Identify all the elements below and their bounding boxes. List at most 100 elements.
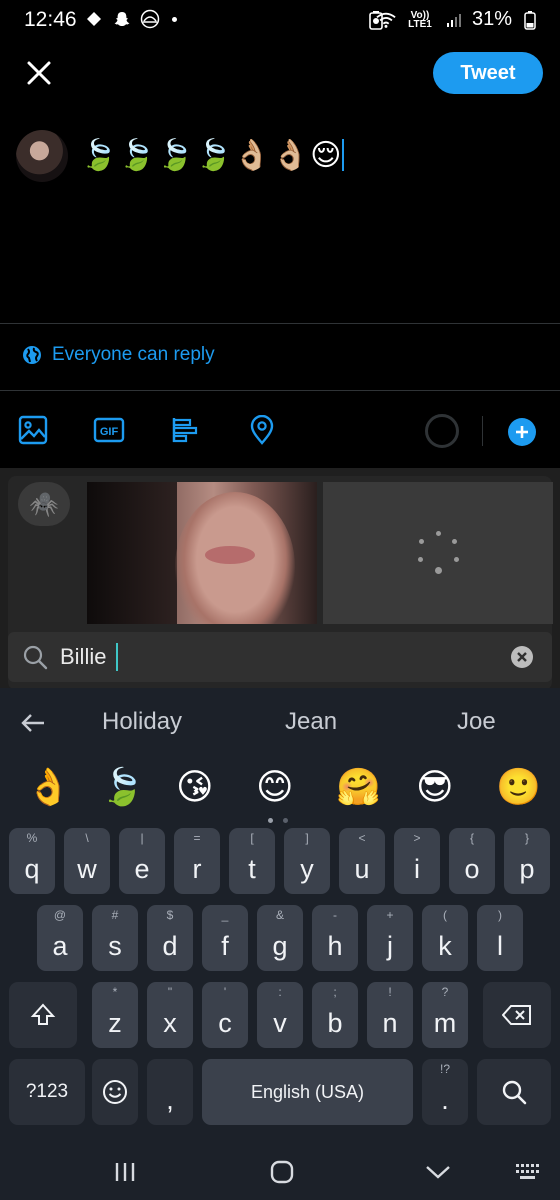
home-button[interactable] (262, 1158, 302, 1186)
key-alt: ] (305, 831, 309, 845)
key[interactable]: " x (147, 982, 193, 1048)
recent-apps-button[interactable] (105, 1158, 145, 1186)
period-key[interactable]: !? . (422, 1059, 468, 1125)
status-time: 12:46 (24, 8, 77, 31)
key[interactable]: :v (257, 982, 303, 1048)
close-button[interactable] (24, 58, 54, 88)
suggestion-1[interactable]: Holiday (102, 708, 182, 736)
gif-button[interactable]: GIF (92, 413, 126, 447)
key-alt: $ (166, 908, 174, 922)
key[interactable]: > i (394, 828, 440, 894)
poll-button[interactable] (168, 413, 202, 447)
key[interactable]: -h (312, 905, 358, 971)
key[interactable]: & g (257, 905, 303, 971)
key-alt: | (140, 831, 144, 845)
hide-keyboard-button[interactable] (418, 1158, 458, 1186)
key[interactable]: ? m (422, 982, 468, 1048)
close-icon (27, 61, 51, 85)
key-label: m (433, 1008, 457, 1038)
tweet-text-input[interactable]: 🍃🍃🍃🍃👌🏼👌🏼😌 (80, 136, 345, 176)
key-label: k (438, 931, 452, 961)
spider-icon: 🕷️ (29, 490, 59, 518)
key-alt: ! (388, 985, 392, 999)
key[interactable]: } p (504, 828, 550, 894)
key[interactable]: (k (422, 905, 468, 971)
home-icon (270, 1160, 294, 1184)
shift-icon (30, 1003, 56, 1025)
symbols-key-label: ?123 (25, 1081, 69, 1102)
location-button[interactable] (245, 413, 279, 447)
toolbar-separator (482, 416, 483, 446)
key-label: l (497, 931, 503, 961)
key-label: r (192, 854, 202, 884)
emoji-suggestion[interactable]: 😎 (416, 762, 454, 812)
recent-gifs-tab[interactable]: 🕷️ (18, 482, 70, 526)
period-key-alt: !? (439, 1062, 450, 1076)
key[interactable]: ! n (367, 982, 413, 1048)
tweet-button[interactable]: Tweet (433, 52, 543, 94)
space-key-label: English (USA) (250, 1081, 365, 1102)
period-key-label: . (441, 1085, 449, 1115)
backspace-icon (502, 1005, 531, 1025)
emoji-suggestion[interactable]: 👌 (26, 762, 71, 812)
key[interactable]: % q (9, 828, 55, 894)
emoji-suggestion[interactable]: 😘 (176, 762, 214, 812)
key[interactable]: ] y (284, 828, 330, 894)
comma-key-label: , (166, 1085, 174, 1115)
key[interactable]: < u (339, 828, 385, 894)
signal-icon (444, 10, 464, 30)
comma-key[interactable]: , (147, 1059, 193, 1125)
avatar[interactable] (16, 130, 68, 182)
divider (0, 390, 560, 391)
network-type: Vo)) LTE1 (408, 9, 432, 30)
suggestion-3[interactable]: Joe (457, 708, 496, 736)
space-key[interactable]: English (USA) (202, 1059, 413, 1125)
suggestion-back-button[interactable] (18, 708, 48, 738)
key-label: v (273, 1008, 287, 1038)
key-alt: { (469, 831, 474, 845)
gif-icon: GIF (93, 417, 125, 443)
key[interactable]: $ d (147, 905, 193, 971)
more-notifications-dot (172, 16, 177, 22)
key[interactable]: ) l (477, 905, 523, 971)
key[interactable]: @ a (37, 905, 83, 971)
symbols-key[interactable]: ?123 (9, 1059, 85, 1125)
emoji-suggestion[interactable]: 🍃 (100, 762, 145, 812)
gif-icon-label: GIF (100, 426, 119, 438)
key-alt: ' (223, 985, 227, 999)
plus-icon (516, 426, 528, 438)
key[interactable]: + j (367, 905, 413, 971)
battery-percent: 31% (471, 8, 512, 30)
key[interactable]: ; b (312, 982, 358, 1048)
key[interactable]: | e (119, 828, 165, 894)
suggestion-2[interactable]: Jean (285, 708, 337, 736)
key-alt: # (111, 908, 119, 922)
add-tweet-button[interactable] (508, 418, 536, 446)
key[interactable]: ' c (202, 982, 248, 1048)
gif-result-1[interactable] (87, 482, 317, 624)
gif-result-loading (323, 482, 553, 624)
clear-search-button[interactable] (511, 646, 533, 668)
image-button[interactable] (16, 413, 50, 447)
reply-setting-button[interactable]: Everyone can reply (22, 344, 215, 366)
search-key[interactable] (477, 1059, 551, 1125)
emoji-suggestion[interactable]: 🙂 (496, 762, 541, 812)
emoji-suggestion[interactable]: 🤗 (336, 762, 381, 812)
key[interactable]: = r (174, 828, 220, 894)
wifi-icon (376, 10, 396, 30)
shift-key[interactable] (9, 982, 77, 1048)
key[interactable]: # s (92, 905, 138, 971)
key-alt: * (112, 985, 118, 999)
gif-search-input[interactable] (60, 640, 480, 674)
key[interactable]: \ w (64, 828, 110, 894)
arrow-left-icon (21, 714, 44, 732)
key[interactable]: * z (92, 982, 138, 1048)
key[interactable]: _ f (202, 905, 248, 971)
backspace-key[interactable] (483, 982, 551, 1048)
emoji-key[interactable] (92, 1059, 138, 1125)
location-icon (250, 415, 274, 445)
keyboard-switch-button[interactable] (508, 1158, 548, 1186)
emoji-suggestion[interactable]: 😊 (256, 762, 294, 812)
key[interactable]: [t (229, 828, 275, 894)
key[interactable]: {o (449, 828, 495, 894)
